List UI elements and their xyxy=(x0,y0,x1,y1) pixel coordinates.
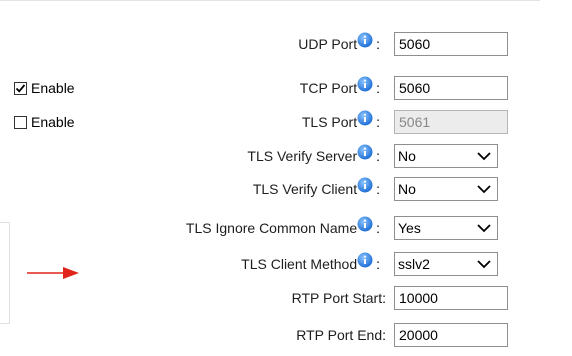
tls-verify-client-label-group: TLS Verify Client : xyxy=(253,175,380,203)
colon: : xyxy=(376,114,380,130)
colon: : xyxy=(376,256,380,272)
rtp-port-start-row: RTP Port Start : xyxy=(0,284,572,312)
tls-port-label-group: TLS Port : xyxy=(302,108,380,136)
rtp-port-end-input[interactable] xyxy=(394,323,508,347)
tls-ignore-common-name-select[interactable]: Yes xyxy=(394,216,498,240)
udp-port-row: UDP Port : xyxy=(0,30,572,58)
tls-verify-client-value: No xyxy=(398,181,416,197)
rtp-port-start-label-group: RTP Port Start : xyxy=(292,284,386,312)
info-icon[interactable] xyxy=(357,216,373,232)
info-icon[interactable] xyxy=(357,110,373,126)
colon: : xyxy=(382,290,386,306)
info-icon[interactable] xyxy=(357,32,373,48)
checkmark-icon xyxy=(15,83,26,93)
rtp-port-end-label-group: RTP Port End : xyxy=(296,321,386,349)
info-icon[interactable] xyxy=(357,144,373,160)
tcp-port-row: Enable TCP Port : xyxy=(0,74,572,102)
tls-ignore-common-name-value: Yes xyxy=(398,220,421,236)
tls-verify-server-label: TLS Verify Server xyxy=(247,148,358,164)
tls-verify-client-label: TLS Verify Client xyxy=(252,181,358,197)
colon: : xyxy=(376,148,380,164)
tls-ignore-common-name-row: TLS Ignore Common Name : Yes xyxy=(0,214,572,242)
tls-port-input[interactable] xyxy=(394,110,508,134)
tcp-port-input[interactable] xyxy=(394,76,508,100)
tcp-enable-checkbox[interactable] xyxy=(14,81,27,95)
tcp-port-label-group: TCP Port : xyxy=(300,74,380,102)
udp-port-label-group: UDP Port : xyxy=(298,30,380,58)
udp-port-input[interactable] xyxy=(394,32,508,56)
chevron-down-icon xyxy=(477,260,491,269)
colon: : xyxy=(376,181,380,197)
rtp-port-start-label: RTP Port Start xyxy=(291,290,383,306)
tls-client-method-label: TLS Client Method xyxy=(241,256,358,272)
tcp-port-label: TCP Port xyxy=(299,80,358,96)
tls-ignore-common-name-label: TLS Ignore Common Name xyxy=(185,220,358,236)
rtp-port-start-input[interactable] xyxy=(394,286,508,310)
colon: : xyxy=(382,327,386,343)
tls-enable-checkbox[interactable] xyxy=(14,115,27,129)
chevron-down-icon xyxy=(477,224,491,233)
top-divider xyxy=(0,0,540,1)
tcp-enable-checkbox-group[interactable]: Enable xyxy=(14,74,75,102)
tls-ignore-common-name-label-group: TLS Ignore Common Name : xyxy=(186,214,380,242)
tls-verify-server-label-group: TLS Verify Server : xyxy=(247,142,380,170)
tls-verify-server-select[interactable]: No xyxy=(394,144,498,168)
tls-client-method-value: sslv2 xyxy=(398,256,430,272)
tls-port-label: TLS Port xyxy=(301,114,358,130)
tls-verify-server-row: TLS Verify Server : No xyxy=(0,142,572,170)
rtp-port-end-label: RTP Port End xyxy=(296,327,383,343)
colon: : xyxy=(376,80,380,96)
colon: : xyxy=(376,36,380,52)
info-icon[interactable] xyxy=(357,76,373,92)
tls-port-row: Enable TLS Port : xyxy=(0,108,572,136)
chevron-down-icon xyxy=(477,185,491,194)
info-icon[interactable] xyxy=(357,252,373,268)
tls-client-method-row: TLS Client Method : sslv2 xyxy=(0,250,572,278)
tls-enable-checkbox-group[interactable]: Enable xyxy=(14,108,75,136)
chevron-down-icon xyxy=(477,152,491,161)
tls-verify-client-row: TLS Verify Client : No xyxy=(0,175,572,203)
rtp-port-end-row: RTP Port End : xyxy=(0,321,572,349)
udp-port-label: UDP Port xyxy=(298,36,358,52)
tls-client-method-select[interactable]: sslv2 xyxy=(394,252,498,276)
tls-verify-server-value: No xyxy=(398,148,416,164)
tls-enable-label: Enable xyxy=(31,114,75,130)
info-icon[interactable] xyxy=(357,177,373,193)
tls-client-method-label-group: TLS Client Method : xyxy=(241,250,380,278)
colon: : xyxy=(376,220,380,236)
tcp-enable-label: Enable xyxy=(31,80,75,96)
tls-verify-client-select[interactable]: No xyxy=(394,177,498,201)
